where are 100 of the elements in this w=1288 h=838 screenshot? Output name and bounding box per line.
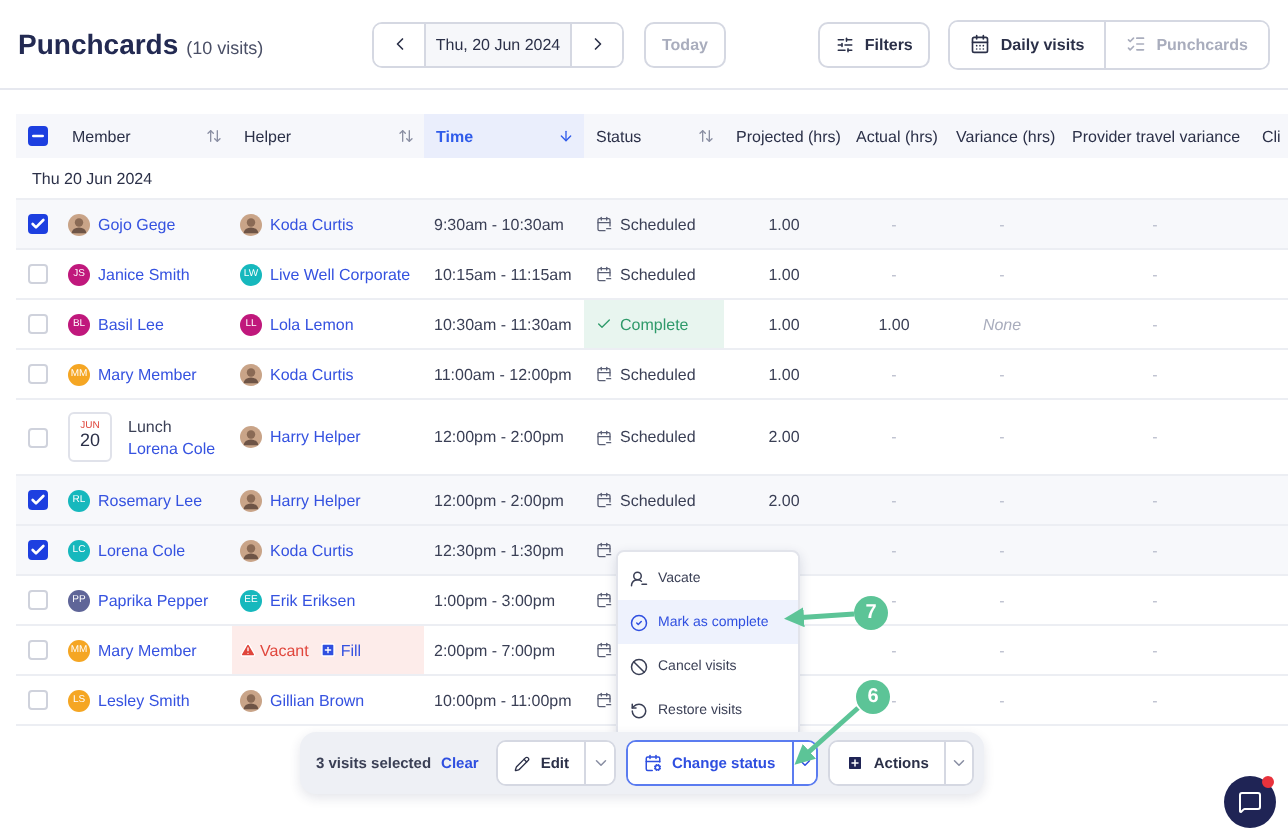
visit-time: 10:00pm - 11:00pm xyxy=(434,691,572,709)
calendar-icon xyxy=(643,754,662,772)
variance-hours: - xyxy=(999,265,1005,283)
checklist-icon xyxy=(1126,34,1147,54)
member-link[interactable]: Mary Member xyxy=(98,641,197,659)
actual-hours: - xyxy=(891,491,897,509)
variance-hours: - xyxy=(999,215,1005,233)
calendar-icon xyxy=(596,429,612,445)
chat-button[interactable] xyxy=(1224,776,1276,828)
travel-variance: - xyxy=(1152,641,1158,659)
member-link[interactable]: Lesley Smith xyxy=(98,691,190,709)
fill-link[interactable]: Fill xyxy=(320,641,362,659)
travel-variance: - xyxy=(1152,365,1158,383)
helper-link[interactable]: Erik Eriksen xyxy=(270,591,356,609)
visit-time: 9:30am - 10:30am xyxy=(434,215,564,233)
projected-hours: 1.00 xyxy=(768,265,800,283)
warning-icon xyxy=(240,642,256,658)
restore-icon xyxy=(630,701,648,719)
plus-square-icon xyxy=(320,642,337,658)
column-header[interactable]: Status xyxy=(596,127,642,145)
actual-hours: - xyxy=(891,541,897,559)
arrow-down-icon[interactable] xyxy=(558,128,574,144)
sort-icon[interactable] xyxy=(206,128,222,144)
avatar-icon xyxy=(240,689,262,711)
chat-icon xyxy=(1238,790,1262,814)
avatar-icon xyxy=(240,539,262,561)
travel-variance: - xyxy=(1152,315,1158,333)
actual-hours: - xyxy=(891,215,897,233)
check-icon xyxy=(30,542,46,558)
page-title: Punchcards xyxy=(18,28,179,60)
avatar-icon xyxy=(240,213,262,235)
check-icon xyxy=(30,216,46,232)
member-link[interactable]: Basil Lee xyxy=(98,315,164,333)
select-all-checkbox[interactable] xyxy=(28,126,48,146)
filters-button[interactable]: Filters xyxy=(818,21,931,67)
plus-square-icon xyxy=(845,754,864,772)
helper-link[interactable]: Koda Curtis xyxy=(270,541,354,559)
sort-icon[interactable] xyxy=(698,128,714,144)
helper-link[interactable]: Harry Helper xyxy=(270,491,361,509)
calendar-icon xyxy=(596,366,612,382)
avatar-icon xyxy=(240,363,262,385)
calendar-icon xyxy=(596,492,612,508)
visit-time: 12:00pm - 2:00pm xyxy=(434,428,564,446)
calendar-icon xyxy=(596,592,612,608)
vacant-label: Vacant xyxy=(240,641,309,659)
member-link[interactable]: Lorena Cole xyxy=(98,541,186,559)
member-link[interactable]: Gojo Gege xyxy=(98,215,176,233)
visit-time: 10:30am - 11:30am xyxy=(434,315,572,333)
status-label: Scheduled xyxy=(620,215,696,233)
helper-link[interactable]: Harry Helper xyxy=(270,428,361,446)
status-label: Scheduled xyxy=(620,491,696,509)
date-display[interactable]: Thu, 20 Jun 2024 xyxy=(424,23,572,65)
variance-hours: - xyxy=(999,641,1005,659)
user-minus-icon xyxy=(630,569,648,587)
ban-icon xyxy=(630,657,648,675)
date-group-label: Thu 20 Jun 2024 xyxy=(32,169,153,187)
column-header[interactable]: Variance (hrs) xyxy=(956,127,1056,145)
helper-link[interactable]: Koda Curtis xyxy=(270,215,354,233)
status-label: Scheduled xyxy=(620,365,696,383)
column-header[interactable]: Time xyxy=(436,127,474,145)
travel-variance: - xyxy=(1152,265,1158,283)
column-header[interactable]: Member xyxy=(72,127,131,145)
member-link[interactable]: Janice Smith xyxy=(98,265,190,283)
callout-arrow xyxy=(784,607,855,628)
column-header[interactable]: Cli xyxy=(1262,127,1281,145)
projected-hours: 1.00 xyxy=(768,365,800,383)
calendar-icon xyxy=(596,542,612,558)
calendar-icon xyxy=(596,216,612,232)
check-icon xyxy=(596,316,612,332)
helper-link[interactable]: Gillian Brown xyxy=(270,691,365,709)
callout-arrow xyxy=(794,706,860,765)
member-link[interactable]: Paprika Pepper xyxy=(98,591,209,609)
row-checkbox[interactable] xyxy=(28,490,48,510)
variance-hours: - xyxy=(999,428,1005,446)
status-label: Scheduled xyxy=(620,428,696,446)
column-header[interactable]: Provider travel variance xyxy=(1072,127,1241,145)
helper-link[interactable]: Live Well Corporate xyxy=(270,265,411,283)
avatar-icon xyxy=(240,426,262,448)
helper-link[interactable]: Koda Curtis xyxy=(270,365,354,383)
sort-icon[interactable] xyxy=(398,128,414,144)
column-header[interactable]: Helper xyxy=(244,127,292,145)
visit-time: 1:00pm - 3:00pm xyxy=(434,591,555,609)
check-circle-icon xyxy=(630,613,648,631)
visit-time: 2:00pm - 7:00pm xyxy=(434,641,555,659)
member-link[interactable]: Lorena Cole xyxy=(128,439,216,457)
row-checkbox[interactable] xyxy=(28,540,48,560)
member-link[interactable]: Rosemary Lee xyxy=(98,491,203,509)
column-header[interactable]: Actual (hrs) xyxy=(856,127,938,145)
projected-hours: 2.00 xyxy=(768,491,800,509)
member-link[interactable]: Mary Member xyxy=(98,365,197,383)
actual-hours: - xyxy=(891,428,897,446)
travel-variance: - xyxy=(1152,541,1158,559)
column-header[interactable]: Projected (hrs) xyxy=(736,127,841,145)
projected-hours: 1.00 xyxy=(768,215,800,233)
helper-link[interactable]: Lola Lemon xyxy=(270,315,354,333)
projected-hours: 1.00 xyxy=(768,315,800,333)
calendar-icon xyxy=(596,642,612,658)
row-checkbox[interactable] xyxy=(28,214,48,234)
check-icon xyxy=(30,492,46,508)
avatar-icon xyxy=(68,213,90,235)
